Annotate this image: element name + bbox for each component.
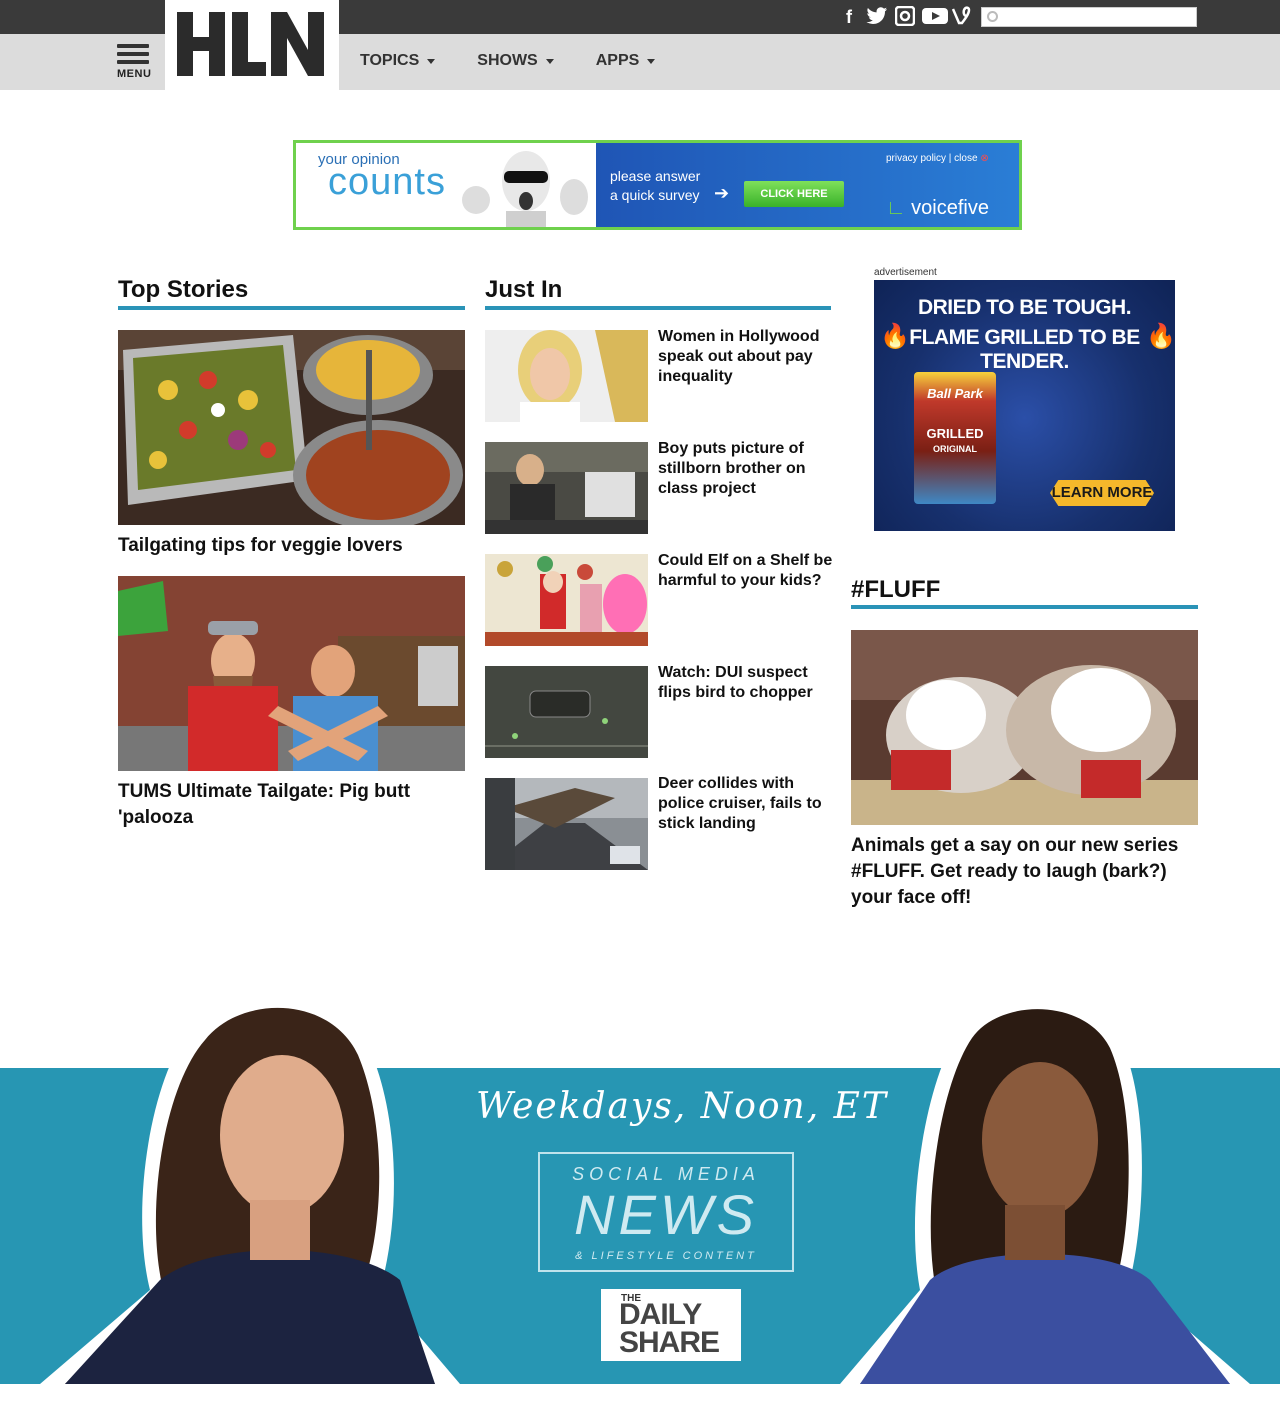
story-title[interactable]: TUMS Ultimate Tailgate: Pig butt 'palooz… <box>118 779 465 831</box>
jerky-bag: Ball Park GRILLED ORIGINAL <box>914 372 996 504</box>
kid-photo <box>456 145 591 227</box>
nav-apps[interactable]: APPS <box>596 52 656 70</box>
advertisement-label: advertisement <box>874 267 937 278</box>
just-in-image-dui[interactable] <box>485 666 648 758</box>
vine-icon[interactable] <box>950 6 972 28</box>
social-media-news-logo: SOCIAL MEDIA NEWS & LIFESTYLE CONTENT <box>538 1152 794 1272</box>
hamburger-icon <box>117 60 149 64</box>
just-in-title[interactable]: Deer collides with police cruiser, fails… <box>658 774 833 834</box>
survey-ad-left: your opinion counts <box>296 143 596 227</box>
arrow-right-icon: ➔ <box>714 183 730 203</box>
schedule-text: Weekdays, Noon, ET <box>476 1086 888 1127</box>
click-here-button[interactable]: CLICK HERE <box>744 181 844 207</box>
survey-ad-right: please answer a quick survey ➔ CLICK HERE… <box>596 143 1019 227</box>
privacy-close-links[interactable]: privacy policy | close ⊗ <box>886 153 989 164</box>
daily-share-logo: THE DAILY SHARE <box>601 1289 741 1361</box>
just-in-image-elf[interactable] <box>485 554 648 646</box>
just-in-rule <box>485 306 831 310</box>
fluff-caption[interactable]: Animals get a say on our new series #FLU… <box>851 833 1198 911</box>
learn-more-button[interactable]: LEARN MORE <box>1050 480 1154 506</box>
just-in-image-deer[interactable] <box>485 778 648 870</box>
fluff-heading: #FLUFF <box>851 576 941 603</box>
voicefive-mark-icon: ∟ <box>886 197 906 219</box>
counts-text: counts <box>328 161 446 203</box>
close-icon[interactable]: ⊗ <box>980 153 988 164</box>
ad-line-2: FLAME GRILLED TO BE TENDER. <box>909 326 1140 373</box>
jerky-ad[interactable]: DRIED TO BE TOUGH. FLAME GRILLED TO BE T… <box>874 280 1175 531</box>
just-in-title[interactable]: Could Elf on a Shelf be harmful to your … <box>658 551 833 591</box>
voicefive-logo: ∟ voicefive <box>886 197 989 219</box>
ad-line-1: DRIED TO BE TOUGH. <box>917 296 1132 319</box>
just-in-image-hollywood[interactable] <box>485 330 648 422</box>
menu-button[interactable]: MENU <box>117 44 151 80</box>
host-right-photo <box>840 997 1250 1384</box>
search-icon <box>987 11 998 22</box>
just-in-title[interactable]: Boy puts picture of stillborn brother on… <box>658 439 833 499</box>
just-in-image-stillborn[interactable] <box>485 442 648 534</box>
instagram-icon[interactable] <box>894 5 916 28</box>
survey-ad-banner[interactable]: your opinion counts please answer a quick… <box>293 140 1022 230</box>
youtube-icon[interactable] <box>922 6 948 28</box>
caret-down-icon <box>427 58 436 64</box>
hamburger-icon <box>117 44 149 48</box>
just-in-title[interactable]: Women in Hollywood speak out about pay i… <box>658 327 833 387</box>
fluff-rule <box>851 605 1198 609</box>
twitter-icon[interactable] <box>866 6 888 28</box>
host-left-photo <box>40 994 460 1384</box>
menu-label: MENU <box>117 68 152 80</box>
flame-icon: 🔥 <box>880 323 910 350</box>
tums-story-image[interactable] <box>118 576 465 771</box>
search-input[interactable] <box>1002 9 1192 25</box>
main-nav: TOPICS SHOWS APPS <box>360 52 697 70</box>
just-in-title[interactable]: Watch: DUI suspect flips bird to chopper <box>658 663 833 703</box>
flame-icon: 🔥 <box>1146 323 1175 350</box>
just-in-heading: Just In <box>485 276 563 303</box>
hln-logo[interactable] <box>165 0 339 90</box>
social-links: f <box>838 5 972 28</box>
nav-topics[interactable]: TOPICS <box>360 52 436 70</box>
veggie-story-image[interactable] <box>118 330 465 525</box>
fluff-image[interactable] <box>851 630 1198 825</box>
nav-shows[interactable]: SHOWS <box>477 52 554 70</box>
search-box[interactable] <box>981 7 1197 27</box>
please-answer-text: please answer <box>610 168 701 184</box>
hamburger-icon <box>117 52 149 56</box>
caret-down-icon <box>647 58 656 64</box>
facebook-icon[interactable]: f <box>838 6 860 28</box>
story-title[interactable]: Tailgating tips for veggie lovers <box>118 533 465 559</box>
caret-down-icon <box>545 58 554 64</box>
top-stories-heading: Top Stories <box>118 276 249 303</box>
top-stories-rule <box>118 306 465 310</box>
quick-survey-text: a quick survey <box>610 187 700 203</box>
